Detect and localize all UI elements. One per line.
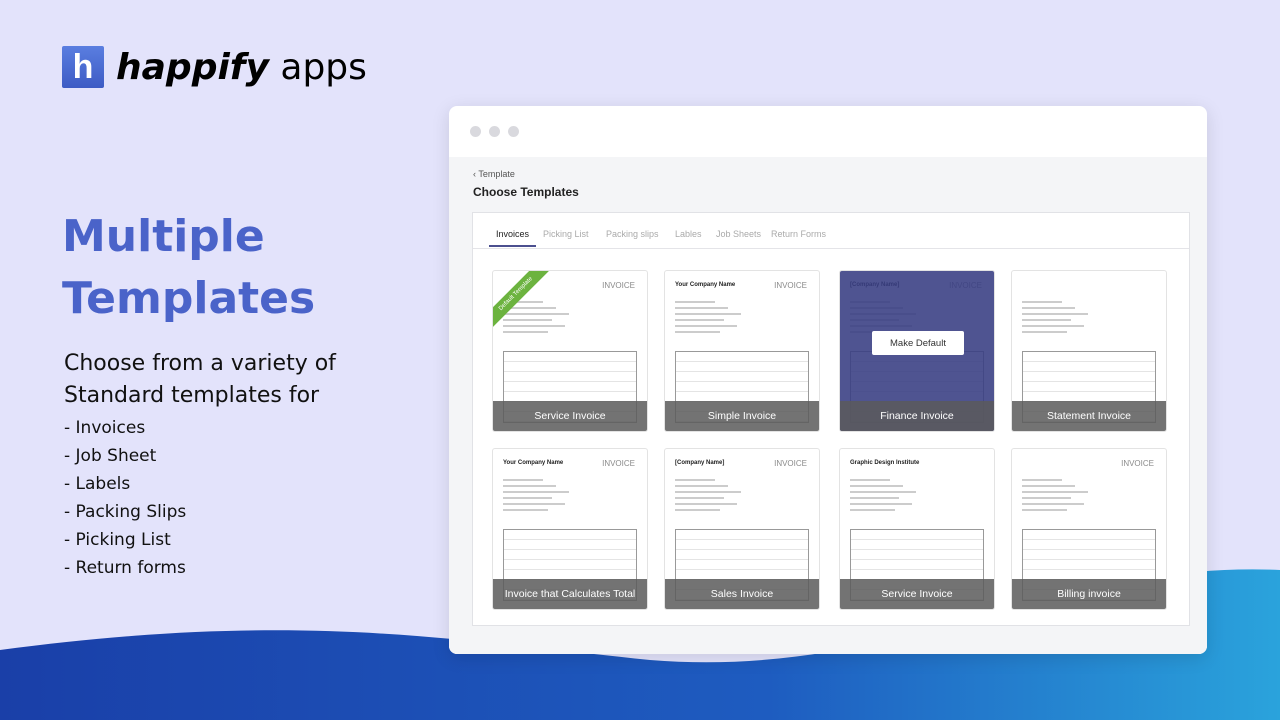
template-name: Service Invoice	[840, 579, 994, 609]
doc-line	[1022, 479, 1062, 481]
preview-heading: INVOICE	[602, 459, 635, 468]
tab-job-sheets[interactable]: Job Sheets	[716, 229, 761, 239]
template-name: Simple Invoice	[665, 401, 819, 431]
window-dot	[470, 126, 481, 137]
headline: Multiple Templates	[62, 206, 315, 330]
preview-heading: INVOICE	[774, 281, 807, 290]
doc-line	[675, 325, 737, 327]
headline-line-2: Templates	[62, 273, 316, 324]
doc-line	[1022, 301, 1062, 303]
template-name: Finance Invoice	[840, 401, 994, 431]
doc-line	[503, 319, 552, 321]
window-titlebar	[449, 106, 1207, 157]
doc-line	[850, 491, 916, 493]
doc-line	[1022, 319, 1071, 321]
preview-company: Your Company Name	[675, 282, 736, 288]
make-default-button[interactable]: Make Default	[872, 331, 964, 355]
preview-heading: INVOICE	[602, 281, 635, 290]
doc-line	[503, 491, 569, 493]
feature-item: - Packing Slips	[64, 502, 187, 522]
templates-card: Invoices Picking List Packing slips Labl…	[472, 212, 1190, 626]
tab-packing-slips[interactable]: Packing slips	[606, 229, 659, 239]
feature-item: - Job Sheet	[64, 446, 157, 466]
feature-item: - Labels	[64, 474, 131, 494]
doc-line	[850, 485, 903, 487]
doc-line	[675, 313, 741, 315]
preview-company: [Company Name]	[675, 460, 725, 466]
tab-labels[interactable]: Lables	[675, 229, 702, 239]
preview-company: Graphic Design Institute	[850, 460, 920, 466]
template-card[interactable]: Your Company Name INVOICE Invoice that C…	[492, 448, 648, 610]
template-card[interactable]: Statement Invoice	[1011, 270, 1167, 432]
tab-picking-list[interactable]: Picking List	[543, 229, 589, 239]
doc-line	[675, 301, 715, 303]
preview-company: Your Company Name	[503, 460, 564, 466]
doc-line	[1022, 485, 1075, 487]
page-title: Choose Templates	[473, 185, 579, 199]
doc-line	[503, 503, 565, 505]
brand-name: happify	[116, 46, 269, 88]
doc-line	[503, 325, 565, 327]
template-name: Invoice that Calculates Total	[493, 579, 647, 609]
app-window: ‹ Template Choose Templates Invoices Pic…	[449, 106, 1207, 654]
feature-item: - Picking List	[64, 530, 171, 550]
doc-line	[503, 313, 569, 315]
doc-line	[675, 331, 720, 333]
template-name: Statement Invoice	[1012, 401, 1166, 431]
doc-line	[503, 497, 552, 499]
doc-line	[675, 307, 728, 309]
happify-logo: h happify apps	[62, 46, 367, 88]
doc-line	[675, 485, 728, 487]
doc-line	[503, 479, 543, 481]
feature-list: - Invoices - Job Sheet - Labels - Packin…	[64, 414, 186, 582]
doc-line	[1022, 491, 1088, 493]
doc-line	[850, 509, 895, 511]
doc-line	[850, 503, 912, 505]
template-name: Billing invoice	[1012, 579, 1166, 609]
doc-line	[1022, 325, 1084, 327]
doc-line	[1022, 331, 1067, 333]
doc-line	[675, 497, 724, 499]
doc-line	[503, 509, 548, 511]
doc-line	[675, 509, 720, 511]
doc-line	[675, 503, 737, 505]
subheading-line-2: Standard templates for	[64, 383, 320, 408]
tab-invoices[interactable]: Invoices	[488, 229, 537, 247]
doc-line	[1022, 497, 1071, 499]
back-label: Template	[478, 169, 515, 179]
doc-line	[1022, 503, 1084, 505]
preview-heading: INVOICE	[1121, 459, 1154, 468]
template-tabs: Invoices Picking List Packing slips Labl…	[473, 213, 1189, 249]
feature-item: - Return forms	[64, 558, 186, 578]
doc-line	[850, 479, 890, 481]
subheading-line-1: Choose from a variety of	[64, 351, 336, 376]
subheading: Choose from a variety of Standard templa…	[64, 348, 336, 412]
template-card[interactable]: [Company Name] INVOICE Make Default Fina…	[839, 270, 995, 432]
doc-line	[675, 319, 724, 321]
doc-line	[850, 497, 899, 499]
doc-line	[503, 485, 556, 487]
template-card[interactable]: INVOICE Billing invoice	[1011, 448, 1167, 610]
logo-mark: h	[62, 46, 104, 88]
feature-item: - Invoices	[64, 418, 146, 438]
template-name: Sales Invoice	[665, 579, 819, 609]
template-card[interactable]: [Company Name] INVOICE Sales Invoice	[664, 448, 820, 610]
doc-line	[1022, 509, 1067, 511]
doc-line	[1022, 313, 1088, 315]
template-card[interactable]: INVOICE Default Template Service Invoice	[492, 270, 648, 432]
back-link[interactable]: ‹ Template	[473, 169, 515, 179]
template-name: Service Invoice	[493, 401, 647, 431]
headline-line-1: Multiple	[62, 211, 265, 262]
doc-line	[675, 479, 715, 481]
window-dot	[489, 126, 500, 137]
template-card[interactable]: Your Company Name INVOICE Simple Invoice	[664, 270, 820, 432]
preview-heading: INVOICE	[774, 459, 807, 468]
doc-line	[1022, 307, 1075, 309]
template-card[interactable]: Graphic Design Institute Service Invoice	[839, 448, 995, 610]
tab-return-forms[interactable]: Return Forms	[771, 229, 826, 239]
brand-suffix: apps	[280, 46, 367, 88]
doc-line	[503, 331, 548, 333]
doc-line	[675, 491, 741, 493]
window-dot	[508, 126, 519, 137]
